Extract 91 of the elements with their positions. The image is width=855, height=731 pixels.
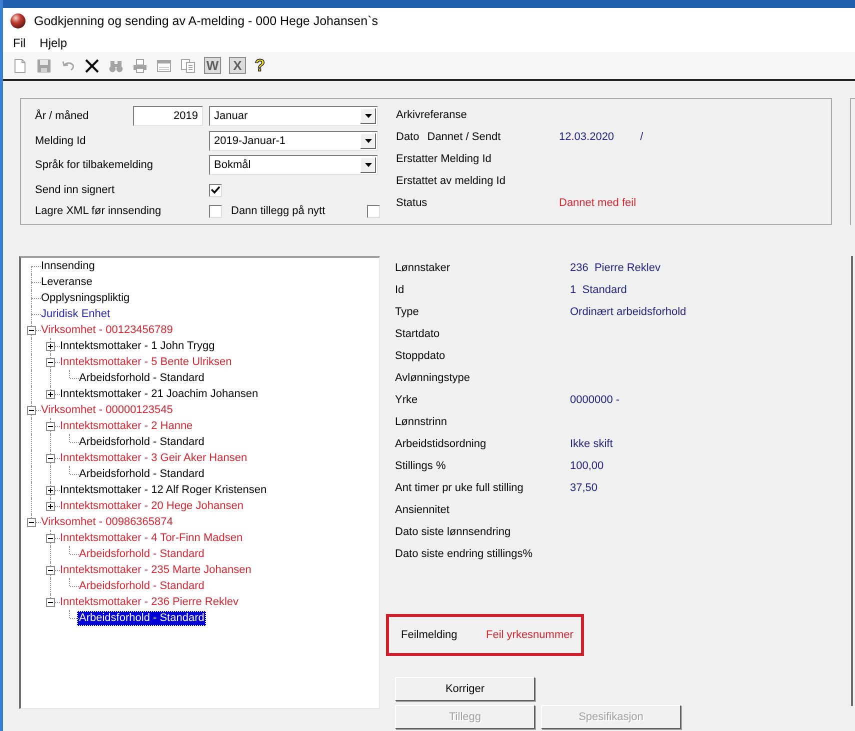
plus-box-icon[interactable] — [46, 342, 55, 351]
field-label: Språk for tilbakemelding — [35, 158, 154, 173]
caret-icon[interactable] — [360, 157, 376, 173]
detail-label: Type — [395, 304, 420, 320]
tree-item[interactable]: Arbeidsforhold - Standard — [77, 546, 206, 562]
minus-box-icon[interactable] — [46, 534, 55, 543]
tree-item[interactable]: Arbeidsforhold - Standard — [77, 610, 206, 626]
detail-value: Ordinært arbeidsforhold — [570, 304, 686, 320]
detail-label: Yrke — [395, 392, 419, 408]
detail-label: Startdato — [395, 326, 441, 342]
tree-item[interactable]: Virksomhet - 00123456789 — [39, 322, 175, 338]
checkbox-label: Dann tillegg på nytt — [231, 204, 326, 219]
tree-item[interactable]: Virksomhet - 00986365874 — [39, 514, 175, 530]
detail-label: Avlønningstype — [395, 370, 472, 386]
tree-item[interactable]: Inntektsmottaker - 21 Joachim Johansen — [58, 386, 260, 402]
checkbox-label: Send inn signert — [35, 182, 116, 198]
info-label: Erstattet av melding Id — [396, 174, 506, 189]
info-value: 12.03.2020 — [559, 130, 614, 145]
plus-box-icon[interactable] — [46, 502, 55, 511]
info-label: Dannet / Sendt — [427, 130, 501, 145]
tree-item[interactable]: Inntektsmottaker - 4 Tor-Finn Madsen — [58, 530, 245, 546]
detail-value: 0000000 - — [570, 392, 620, 408]
info-label: Dato — [396, 130, 420, 145]
detail-label: Id — [395, 282, 406, 298]
minus-box-icon[interactable] — [46, 422, 55, 431]
tree-item[interactable]: Arbeidsforhold - Standard — [77, 466, 206, 482]
tree-item[interactable]: Leveranse — [39, 274, 94, 290]
plus-box-icon[interactable] — [46, 390, 55, 399]
detail-value: 1 Standard — [570, 282, 627, 298]
ball-icon — [10, 13, 26, 29]
minus-box-icon[interactable] — [27, 518, 36, 527]
tree-item[interactable]: Inntektsmottaker - 235 Marte Johansen — [58, 562, 254, 578]
minus-box-icon[interactable] — [27, 406, 36, 415]
info-value: Dannet med feil — [559, 196, 636, 211]
info-label: Status — [396, 196, 428, 211]
info-label: Erstatter Melding Id — [396, 152, 492, 167]
minus-box-icon[interactable] — [46, 454, 55, 463]
year-input[interactable]: 2019 — [133, 106, 203, 126]
minus-box-icon[interactable] — [46, 358, 55, 367]
info-value: / — [640, 130, 644, 145]
menu-item[interactable]: Hjelp — [38, 34, 68, 52]
tree-item[interactable]: Juridisk Enhet — [39, 306, 112, 322]
delete-icon[interactable] — [84, 58, 100, 74]
detail-label: Lønnstrinn — [395, 414, 448, 430]
checkbox-label: Lagre XML før innsending — [35, 204, 162, 219]
tree-item[interactable]: Arbeidsforhold - Standard — [77, 578, 206, 594]
tree-item[interactable]: Inntektsmottaker - 1 John Trygg — [58, 338, 217, 354]
caret-icon[interactable] — [360, 133, 376, 149]
tree-item[interactable]: Inntektsmottaker - 2 Hanne — [58, 418, 195, 434]
tree-item[interactable]: Inntektsmottaker - 3 Geir Aker Hansen — [58, 450, 250, 466]
detail-label: Arbeidstidsordning — [395, 436, 488, 452]
detail-label: Dato siste lønnsendring — [395, 524, 512, 540]
minus-box-icon[interactable] — [27, 326, 36, 335]
tree-item[interactable]: Virksomhet - 00000123545 — [39, 402, 175, 418]
menu-item[interactable]: Fil — [12, 34, 27, 52]
error-message: Feil yrkesnummer — [486, 628, 574, 643]
plus-box-icon[interactable] — [46, 486, 55, 495]
detail-label: Ansiennitet — [395, 502, 450, 518]
caret-icon[interactable] — [360, 108, 376, 124]
tree-item[interactable]: Arbeidsforhold - Standard — [77, 370, 206, 386]
tree-item[interactable]: Inntektsmottaker - 20 Hege Johansen — [58, 498, 246, 514]
tree-item[interactable]: Innsending — [39, 258, 97, 274]
tree-item[interactable]: Opplysningspliktig — [39, 290, 132, 306]
tree-item[interactable]: Inntektsmottaker - 236 Pierre Reklev — [58, 594, 241, 610]
detail-value: Ikke skift — [570, 436, 613, 452]
checkbox[interactable] — [209, 204, 222, 218]
error-label: Feilmelding — [401, 628, 458, 643]
detail-value: 37,50 — [570, 480, 598, 496]
checkbox[interactable] — [367, 204, 380, 218]
field-label: Melding Id — [35, 134, 86, 149]
detail-label: Stoppdato — [395, 348, 446, 364]
tree-item[interactable]: Arbeidsforhold - Standard — [77, 434, 206, 450]
dropdown[interactable]: Bokmål — [209, 155, 378, 175]
detail-label: Lønnstaker — [395, 260, 452, 276]
dropdown[interactable]: Januar — [209, 106, 378, 126]
minus-box-icon[interactable] — [46, 566, 55, 575]
detail-value: 100,00 — [570, 458, 604, 474]
info-label: Arkivreferanse — [396, 108, 467, 123]
minus-box-icon[interactable] — [46, 598, 55, 607]
tree-item[interactable]: Inntektsmottaker - 5 Bente Ulriksen — [58, 354, 234, 370]
detail-value: 236 Pierre Reklev — [570, 260, 660, 276]
checkmark-icon — [211, 186, 220, 194]
detail-label: Ant timer pr uke full stilling — [395, 480, 524, 496]
checkbox[interactable] — [209, 184, 222, 196]
detail-label: Dato siste endring stillings% — [395, 546, 534, 562]
window-title: Godkjenning og sending av A-melding - 000 Hege Johansen`s — [34, 12, 378, 30]
field-label: År / måned — [35, 108, 89, 124]
action-button[interactable]: Korriger — [395, 677, 535, 701]
tree-item[interactable]: Inntektsmottaker - 12 Alf Roger Kristensen — [58, 482, 269, 498]
dropdown[interactable]: 2019-Januar-1 — [209, 131, 378, 151]
detail-label: Stillings % — [395, 458, 447, 474]
